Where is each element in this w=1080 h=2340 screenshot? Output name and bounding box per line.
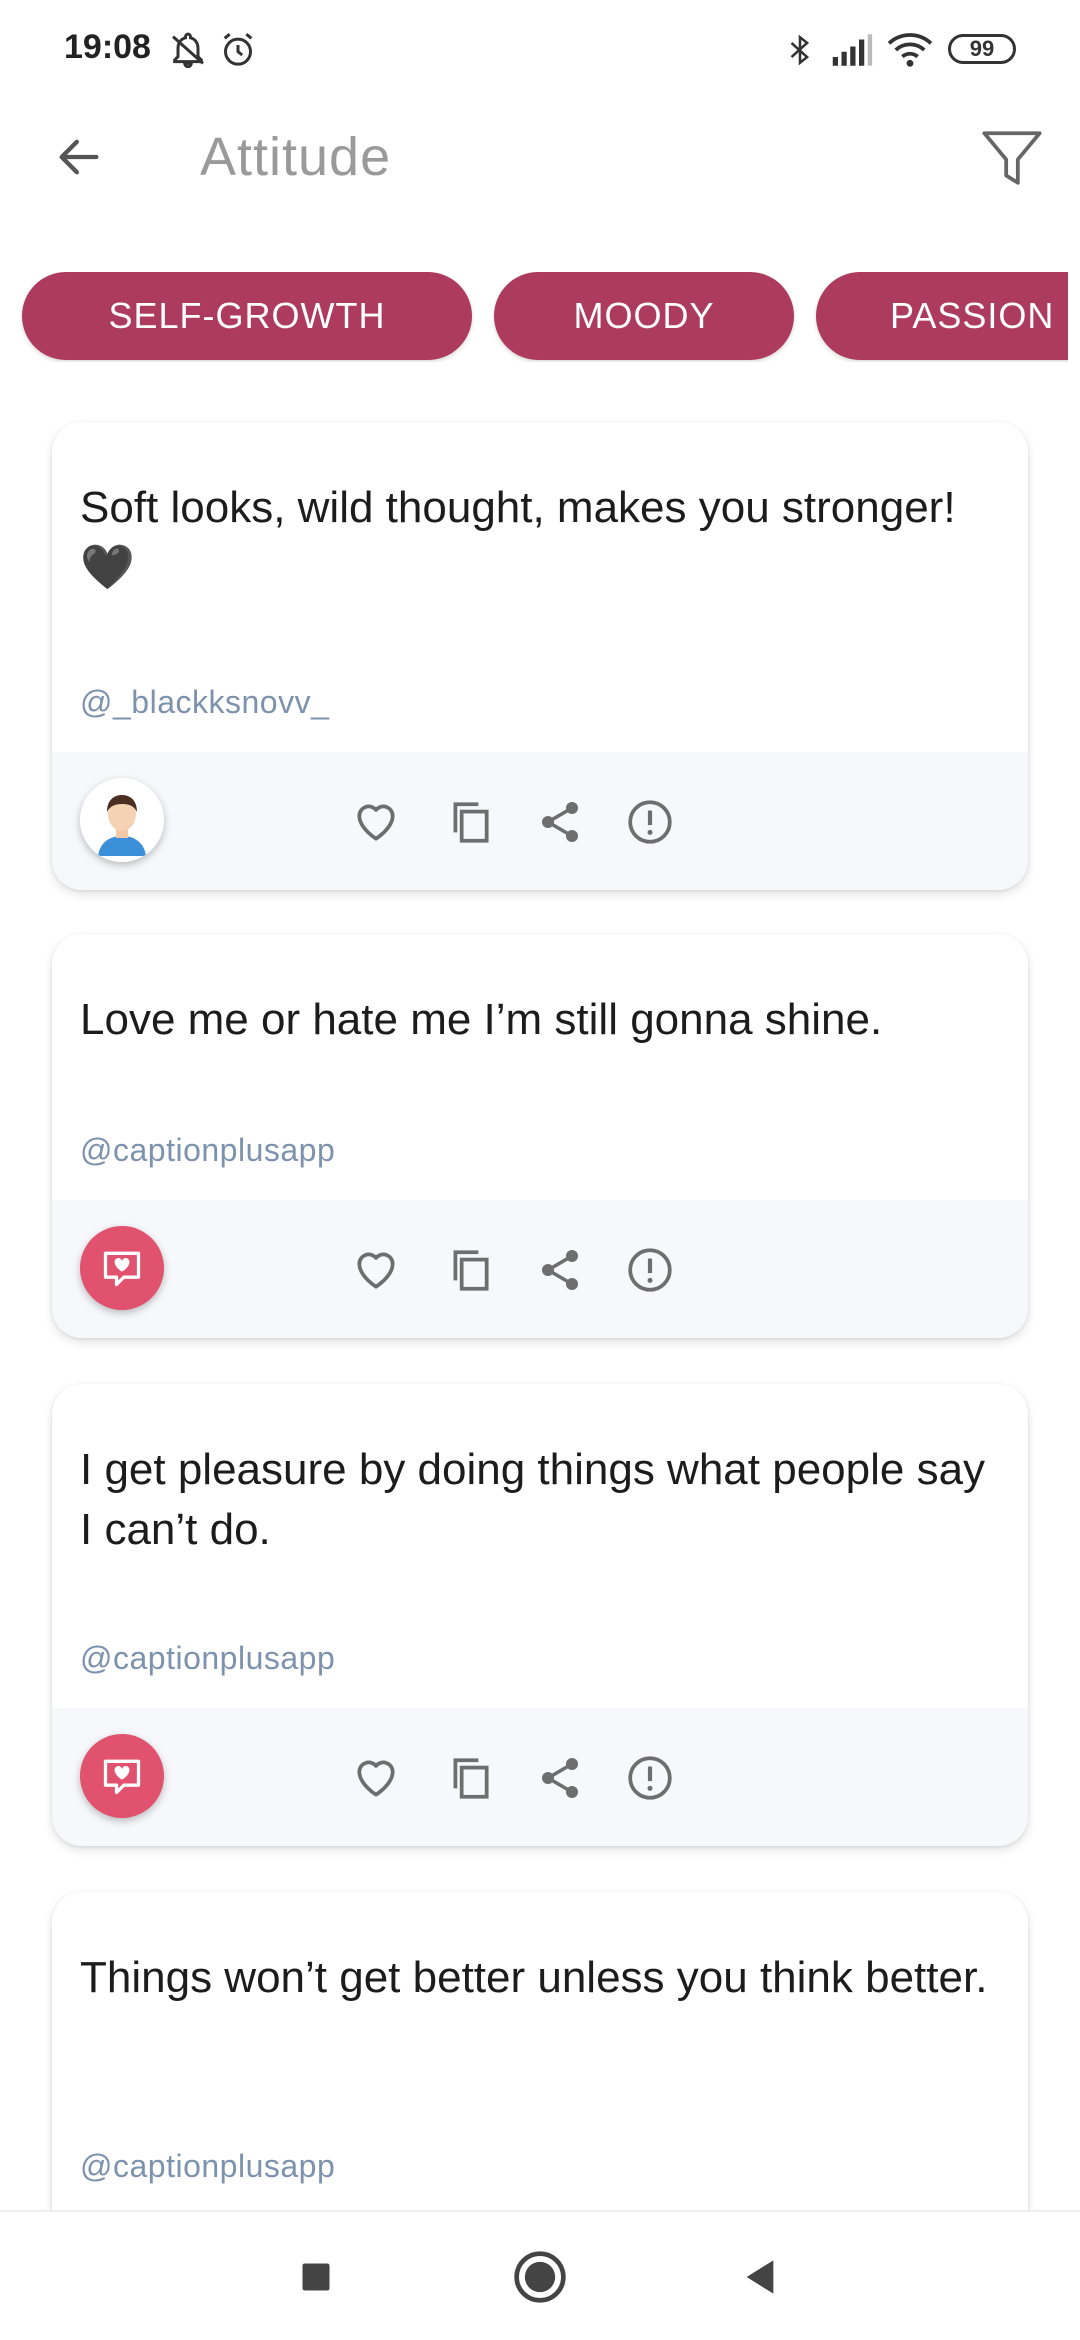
heart-icon[interactable] xyxy=(344,1746,408,1810)
copy-icon[interactable] xyxy=(438,790,502,854)
caption-card: Love me or hate me I’m still gonna shine… xyxy=(52,934,1028,1338)
report-icon[interactable] xyxy=(618,790,682,854)
home-button[interactable] xyxy=(500,2242,580,2312)
status-time: 19:08 xyxy=(64,28,151,66)
card-action-bar xyxy=(52,1708,1028,1846)
caption-card: Soft looks, wild thought, makes you stro… xyxy=(52,422,1028,890)
copy-icon[interactable] xyxy=(438,1238,502,1302)
category-chips: SELF-GROWTH MOODY PASSION xyxy=(0,272,1068,362)
filter-icon xyxy=(982,131,1042,185)
caption-text: Love me or hate me I’m still gonna shine… xyxy=(80,995,883,1044)
caption-text: I get pleasure by doing things what peop… xyxy=(80,1445,986,1554)
signal-icon xyxy=(830,28,874,72)
filter-button[interactable] xyxy=(972,118,1052,198)
battery-level: 99 xyxy=(969,36,995,61)
copy-icon[interactable] xyxy=(438,1746,502,1810)
caption-text: Things won’t get better unless you think… xyxy=(80,1953,988,2002)
app-bar: Attitude xyxy=(0,100,1080,220)
chip-passion[interactable]: PASSION xyxy=(816,272,1068,360)
caption-author-handle[interactable]: @captionplusapp xyxy=(80,1640,335,1677)
caption-text: Soft looks, wild thought, makes you stro… xyxy=(80,483,956,592)
chip-moody[interactable]: MOODY xyxy=(494,272,794,360)
circle-icon xyxy=(514,2251,566,2303)
triangle-back-icon xyxy=(746,2260,774,2294)
caption-author-handle[interactable]: @captionplusapp xyxy=(80,1132,335,1169)
caption-card: I get pleasure by doing things what peop… xyxy=(52,1384,1028,1846)
caption-card: Things won’t get better unless you think… xyxy=(52,1892,1028,2252)
bluetooth-icon xyxy=(780,28,820,72)
chip-self-growth[interactable]: SELF-GROWTH xyxy=(22,272,472,360)
arrow-left-icon xyxy=(59,139,99,175)
square-icon xyxy=(302,2263,330,2291)
status-bar: 19:08 99 xyxy=(0,0,1080,100)
recents-button[interactable] xyxy=(276,2242,356,2312)
app-logo[interactable] xyxy=(80,1734,164,1818)
wifi-icon xyxy=(884,28,936,72)
card-action-bar xyxy=(52,752,1028,890)
alarm-icon xyxy=(216,28,260,72)
caption-author-handle[interactable]: @captionplusapp xyxy=(80,2148,335,2185)
back-button[interactable] xyxy=(44,122,114,192)
page-title: Attitude xyxy=(200,127,392,187)
share-icon[interactable] xyxy=(528,1746,592,1810)
report-icon[interactable] xyxy=(618,1746,682,1810)
caption-author-handle[interactable]: @_blackksnovv_ xyxy=(80,684,329,721)
heart-icon[interactable] xyxy=(344,790,408,854)
heart-icon[interactable] xyxy=(344,1238,408,1302)
share-icon[interactable] xyxy=(528,790,592,854)
back-nav-button[interactable] xyxy=(720,2242,800,2312)
share-icon[interactable] xyxy=(528,1238,592,1302)
mute-icon xyxy=(166,28,210,72)
card-action-bar xyxy=(52,1200,1028,1338)
report-icon[interactable] xyxy=(618,1238,682,1302)
battery-icon: 99 xyxy=(948,34,1016,64)
app-logo[interactable] xyxy=(80,1226,164,1310)
user-avatar[interactable] xyxy=(80,778,164,862)
system-nav-bar xyxy=(0,2210,1080,2340)
